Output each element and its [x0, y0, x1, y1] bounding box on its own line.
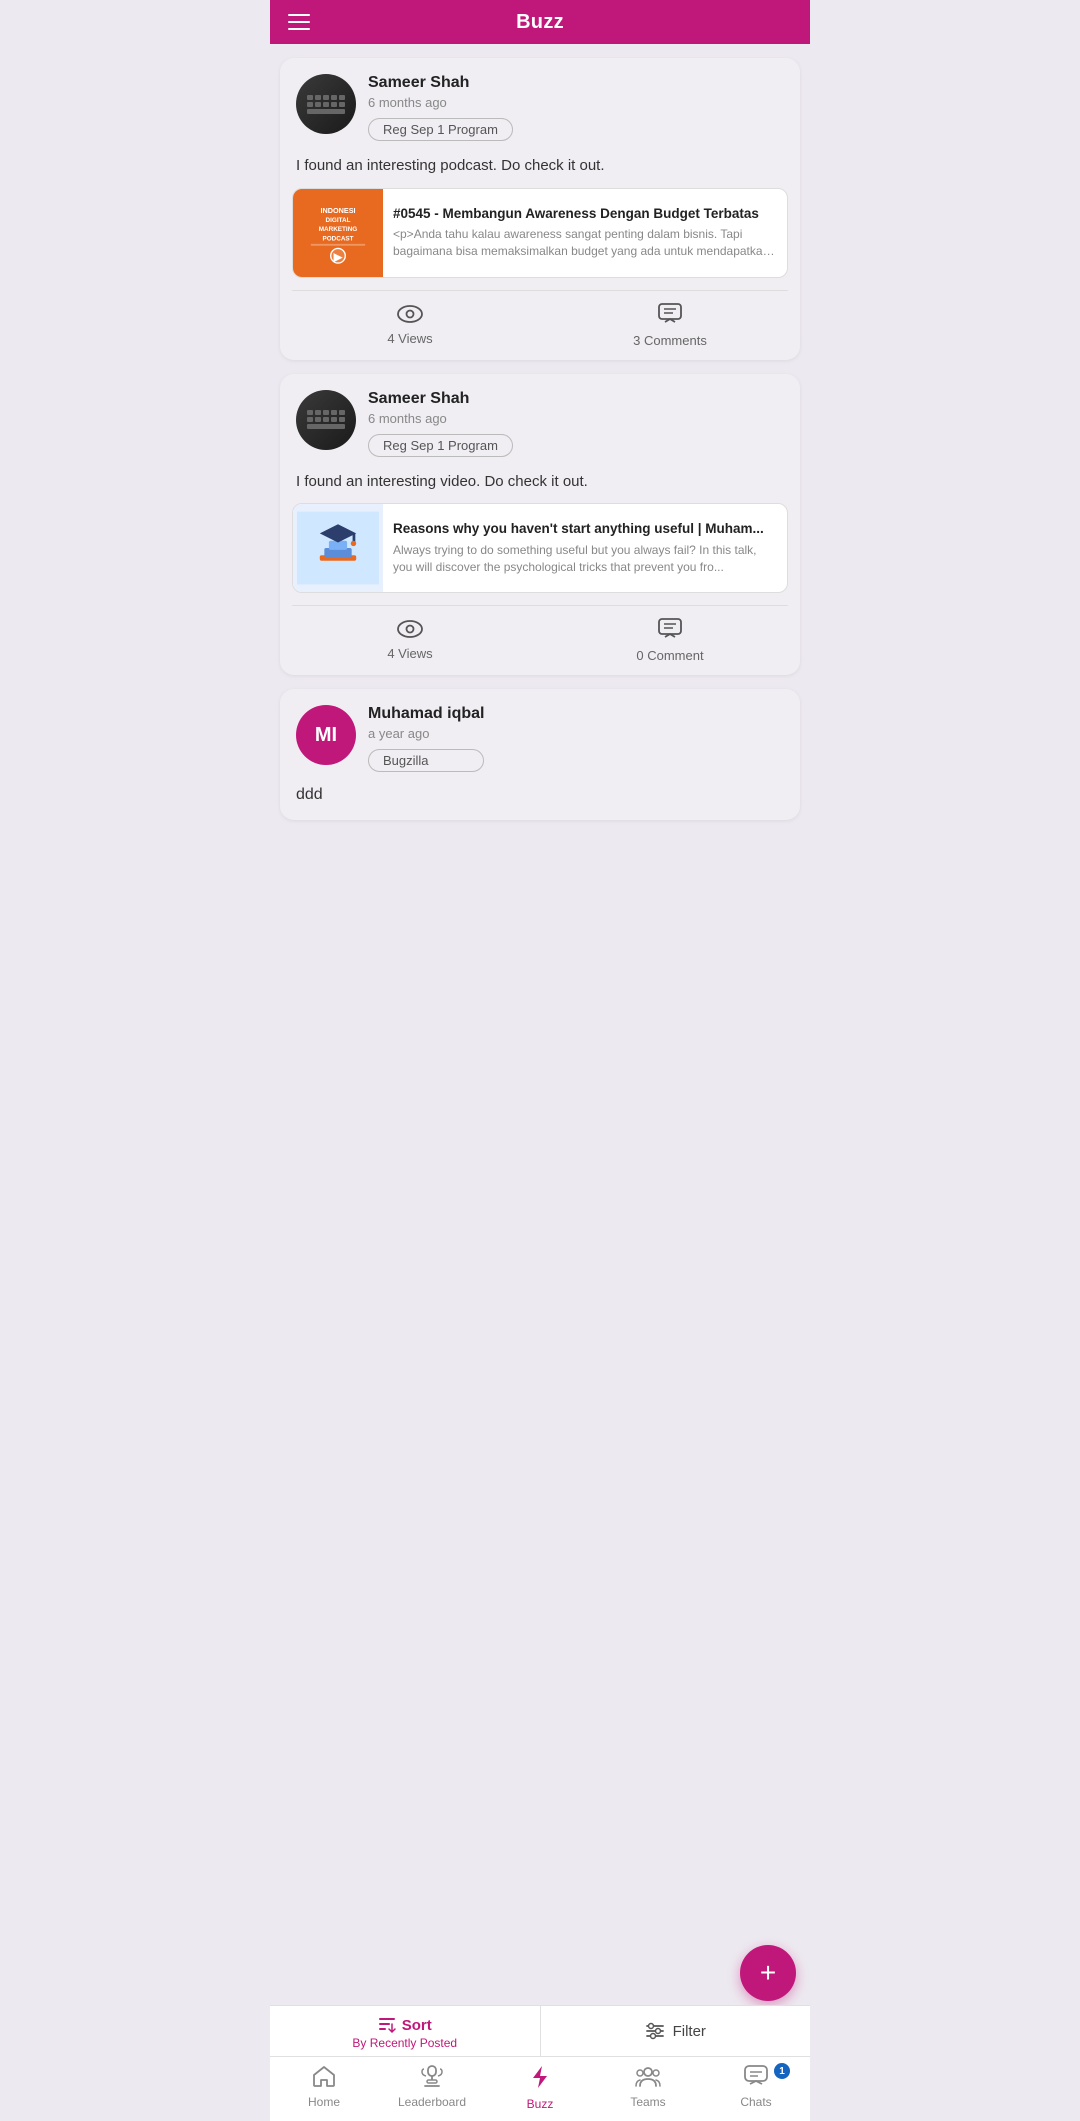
sort-filter-bar: Sort By Recently Posted Filter	[270, 2005, 810, 2056]
chats-icon	[744, 2065, 768, 2091]
post-meta: Muhamad iqbal a year ago Bugzilla	[368, 705, 484, 772]
link-desc: Always trying to do something useful but…	[393, 542, 777, 576]
leaderboard-icon	[420, 2065, 444, 2091]
views-count: 4 Views	[387, 331, 432, 346]
svg-text:▶: ▶	[333, 251, 343, 263]
svg-text:MARKETING: MARKETING	[319, 226, 358, 233]
nav-label-leaderboard: Leaderboard	[398, 2095, 466, 2109]
svg-text:DIGITAL: DIGITAL	[326, 217, 351, 224]
avatar	[296, 74, 356, 134]
post-body: I found an interesting podcast. Do check…	[280, 151, 800, 188]
filter-button[interactable]: Filter	[541, 2009, 811, 2053]
nav-item-leaderboard[interactable]: Leaderboard	[378, 2065, 486, 2111]
post-author: Sameer Shah	[368, 390, 513, 408]
comment-icon	[658, 303, 682, 329]
nav-label-chats: Chats	[740, 2095, 771, 2109]
link-thumbnail: INDONESI DIGITAL MARKETING PODCAST ▶	[293, 189, 383, 277]
nav-item-chats[interactable]: 1 Chats	[702, 2065, 810, 2111]
chats-badge: 1	[774, 2063, 790, 2079]
post-meta: Sameer Shah 6 months ago Reg Sep 1 Progr…	[368, 74, 513, 141]
post-meta: Sameer Shah 6 months ago Reg Sep 1 Progr…	[368, 390, 513, 457]
views-stat[interactable]: 4 Views	[280, 305, 540, 346]
filter-label: Filter	[673, 2023, 706, 2040]
post-tag[interactable]: Bugzilla	[368, 749, 484, 772]
comments-count: 3 Comments	[633, 333, 707, 348]
link-desc: <p>Anda tahu kalau awareness sangat pent…	[393, 226, 777, 260]
post-time: 6 months ago	[368, 411, 513, 426]
post-header: Sameer Shah 6 months ago Reg Sep 1 Progr…	[280, 58, 800, 151]
comments-count: 0 Comment	[636, 648, 703, 663]
avatar: MI	[296, 705, 356, 765]
post-time: a year ago	[368, 726, 484, 741]
post-link-card[interactable]: Reasons why you haven't start anything u…	[292, 503, 788, 593]
post-tag[interactable]: Reg Sep 1 Program	[368, 118, 513, 141]
nav-item-buzz[interactable]: Buzz	[486, 2065, 594, 2111]
post-author: Muhamad iqbal	[368, 705, 484, 723]
post-body: I found an interesting video. Do check i…	[280, 467, 800, 504]
page-title: Buzz	[516, 11, 564, 34]
create-post-button[interactable]: +	[740, 1945, 796, 2001]
comment-icon	[658, 618, 682, 644]
link-title: Reasons why you haven't start anything u…	[393, 520, 777, 538]
link-title: #0545 - Membangun Awareness Dengan Budge…	[393, 205, 777, 223]
svg-text:PODCAST: PODCAST	[322, 235, 353, 242]
nav-label-home: Home	[308, 2095, 340, 2109]
post-time: 6 months ago	[368, 95, 513, 110]
home-icon	[312, 2065, 336, 2091]
comments-stat[interactable]: 0 Comment	[540, 618, 800, 663]
buzz-icon	[529, 2065, 551, 2093]
feed-container: Sameer Shah 6 months ago Reg Sep 1 Progr…	[270, 44, 810, 940]
link-info: Reasons why you haven't start anything u…	[383, 504, 787, 592]
post-stats: 4 Views 3 Comments	[280, 291, 800, 360]
views-stat[interactable]: 4 Views	[280, 620, 540, 661]
menu-button[interactable]	[288, 14, 310, 30]
sort-button[interactable]: Sort By Recently Posted	[270, 2006, 541, 2056]
post-author: Sameer Shah	[368, 74, 513, 92]
post-header: MI Muhamad iqbal a year ago Bugzilla	[280, 689, 800, 782]
app-header: Buzz	[270, 0, 810, 44]
post-link-card[interactable]: INDONESI DIGITAL MARKETING PODCAST ▶ #05…	[292, 188, 788, 278]
post-card: Sameer Shah 6 months ago Reg Sep 1 Progr…	[280, 374, 800, 676]
post-stats: 4 Views 0 Comment	[280, 606, 800, 675]
post-tag[interactable]: Reg Sep 1 Program	[368, 434, 513, 457]
post-body: ddd	[280, 782, 800, 820]
nav-item-home[interactable]: Home	[270, 2065, 378, 2111]
svg-text:INDONESI: INDONESI	[320, 205, 355, 214]
post-header: Sameer Shah 6 months ago Reg Sep 1 Progr…	[280, 374, 800, 467]
post-card: Sameer Shah 6 months ago Reg Sep 1 Progr…	[280, 58, 800, 360]
views-count: 4 Views	[387, 646, 432, 661]
sort-label: Sort	[402, 2017, 432, 2034]
sort-sub-label: By Recently Posted	[352, 2036, 457, 2050]
eye-icon	[397, 620, 423, 642]
comments-stat[interactable]: 3 Comments	[540, 303, 800, 348]
nav-label-teams: Teams	[630, 2095, 665, 2109]
post-card: MI Muhamad iqbal a year ago Bugzilla ddd	[280, 689, 800, 820]
nav-item-teams[interactable]: Teams	[594, 2065, 702, 2111]
bottom-bar: Sort By Recently Posted Filter H	[270, 2005, 810, 2121]
link-thumbnail	[293, 504, 383, 592]
link-info: #0545 - Membangun Awareness Dengan Budge…	[383, 189, 787, 277]
avatar	[296, 390, 356, 450]
nav-label-buzz: Buzz	[527, 2097, 554, 2111]
teams-icon	[635, 2065, 661, 2091]
nav-bar: Home Leaderboard	[270, 2056, 810, 2121]
eye-icon	[397, 305, 423, 327]
